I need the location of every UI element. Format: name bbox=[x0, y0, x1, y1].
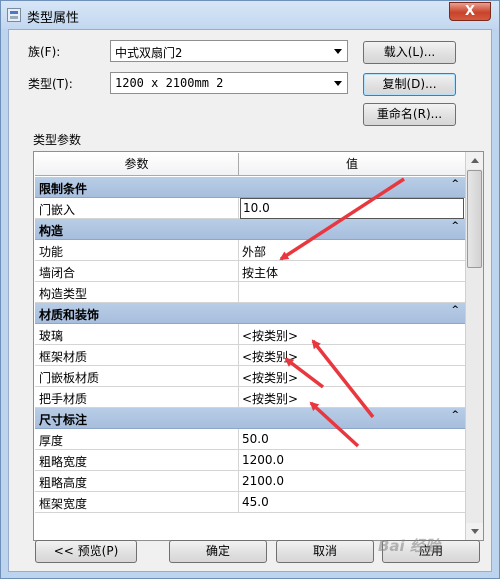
table-row[interactable]: 门嵌板材质 <按类别> bbox=[35, 366, 465, 387]
type-combo[interactable]: 1200 x 2100mm 2 bbox=[110, 72, 348, 94]
param-value[interactable]: 按主体 bbox=[242, 264, 278, 281]
load-button[interactable]: 载入(L)... bbox=[363, 41, 456, 64]
param-name: 墙闭合 bbox=[39, 266, 76, 280]
type-label: 类型(T): bbox=[28, 77, 73, 91]
collapse-icon[interactable]: ^ bbox=[451, 221, 459, 231]
grid-header: 参数 值 bbox=[35, 153, 465, 176]
cell-divider bbox=[238, 366, 239, 387]
table-row[interactable]: 粗略高度 2100.0 bbox=[35, 471, 465, 492]
param-name: 框架宽度 bbox=[39, 497, 88, 511]
cell-divider bbox=[238, 261, 239, 282]
group-header-dimensions[interactable]: 尺寸标注 ^ bbox=[35, 408, 465, 429]
param-value[interactable]: <按类别> bbox=[242, 327, 298, 344]
param-value[interactable]: 45.0 bbox=[242, 495, 269, 509]
family-label: 族(F): bbox=[28, 45, 61, 59]
group-header-materials[interactable]: 材质和装饰 ^ bbox=[35, 303, 465, 324]
param-name: 粗略高度 bbox=[39, 476, 88, 490]
chevron-down-icon bbox=[334, 81, 342, 86]
group-name: 材质和装饰 bbox=[39, 308, 100, 322]
param-name: 粗略宽度 bbox=[39, 455, 88, 469]
group-header-construction[interactable]: 构造 ^ bbox=[35, 219, 465, 240]
cell-divider bbox=[238, 471, 239, 492]
type-value: 1200 x 2100mm 2 bbox=[115, 76, 224, 90]
chevron-down-icon bbox=[334, 49, 342, 54]
table-row[interactable]: 门嵌入 10.0 bbox=[35, 198, 465, 219]
cell-divider bbox=[238, 492, 239, 513]
type-properties-dialog: 类型属性 X 族(F): 中式双扇门2 类型(T): 1200 x 2100mm… bbox=[0, 0, 500, 579]
table-row[interactable]: 玻璃 <按类别> bbox=[35, 324, 465, 345]
cell-divider bbox=[238, 387, 239, 408]
watermark: Bai 经验 bbox=[378, 537, 440, 555]
column-header-value[interactable]: 值 bbox=[239, 153, 465, 175]
grid-rows: 限制条件 ^ 门嵌入 10.0 构造 ^ 功能 外部 墙闭合 按主体 构造类型 … bbox=[35, 177, 465, 513]
cell-divider bbox=[238, 429, 239, 450]
close-button[interactable]: X bbox=[449, 2, 491, 21]
group-name: 限制条件 bbox=[39, 182, 88, 196]
duplicate-button[interactable]: 复制(D)... bbox=[363, 73, 456, 96]
family-value: 中式双扇门2 bbox=[115, 46, 183, 60]
group-name: 构造 bbox=[39, 224, 64, 238]
cell-divider bbox=[238, 324, 239, 345]
param-value[interactable]: 1200.0 bbox=[242, 453, 284, 467]
table-row[interactable]: 框架材质 <按类别> bbox=[35, 345, 465, 366]
scroll-down-icon[interactable] bbox=[466, 523, 483, 540]
param-name: 玻璃 bbox=[39, 329, 64, 343]
param-value[interactable]: 2100.0 bbox=[242, 474, 284, 488]
cell-divider bbox=[238, 450, 239, 471]
table-row[interactable]: 墙闭合 按主体 bbox=[35, 261, 465, 282]
param-value[interactable]: 50.0 bbox=[242, 432, 269, 446]
cell-divider bbox=[238, 282, 239, 303]
dialog-body: 族(F): 中式双扇门2 类型(T): 1200 x 2100mm 2 载入(L… bbox=[8, 29, 492, 572]
grid-content: 参数 值 限制条件 ^ 门嵌入 10.0 构造 ^ 功能 外部 墙闭合 按主体 … bbox=[35, 153, 465, 540]
param-name: 框架材质 bbox=[39, 350, 88, 364]
table-row[interactable]: 功能 外部 bbox=[35, 240, 465, 261]
param-value[interactable]: 外部 bbox=[242, 243, 266, 260]
scrollbar-thumb[interactable] bbox=[467, 170, 482, 268]
table-row[interactable]: 粗略宽度 1200.0 bbox=[35, 450, 465, 471]
table-row[interactable]: 厚度 50.0 bbox=[35, 429, 465, 450]
param-name: 厚度 bbox=[39, 434, 64, 448]
table-row[interactable]: 把手材质 <按类别> bbox=[35, 387, 465, 408]
parameters-grid: 参数 值 限制条件 ^ 门嵌入 10.0 构造 ^ 功能 外部 墙闭合 按主体 … bbox=[33, 151, 484, 541]
window-title: 类型属性 bbox=[27, 11, 80, 26]
group-name: 尺寸标注 bbox=[39, 413, 88, 427]
door-inset-input[interactable]: 10.0 bbox=[240, 198, 464, 219]
param-name: 门嵌入 bbox=[39, 203, 76, 217]
param-name: 构造类型 bbox=[39, 287, 88, 301]
param-name: 把手材质 bbox=[39, 392, 88, 406]
collapse-icon[interactable]: ^ bbox=[451, 305, 459, 315]
scroll-up-icon[interactable] bbox=[466, 152, 483, 169]
app-icon bbox=[7, 8, 21, 22]
param-name: 功能 bbox=[39, 245, 64, 259]
table-row[interactable]: 框架宽度 45.0 bbox=[35, 492, 465, 513]
param-value[interactable]: <按类别> bbox=[242, 369, 298, 386]
type-parameters-title: 类型参数 bbox=[33, 133, 82, 147]
column-header-parameter[interactable]: 参数 bbox=[35, 153, 238, 175]
cell-divider bbox=[238, 198, 239, 219]
param-value[interactable]: <按类别> bbox=[242, 390, 298, 407]
table-row[interactable]: 构造类型 bbox=[35, 282, 465, 303]
cell-divider bbox=[238, 345, 239, 366]
preview-button[interactable]: << 预览(P) bbox=[35, 540, 137, 563]
cell-divider bbox=[238, 240, 239, 261]
param-value[interactable]: <按类别> bbox=[242, 348, 298, 365]
collapse-icon[interactable]: ^ bbox=[451, 410, 459, 420]
title-bar: 类型属性 X bbox=[1, 1, 499, 29]
vertical-scrollbar[interactable] bbox=[465, 152, 483, 540]
collapse-icon[interactable]: ^ bbox=[451, 179, 459, 189]
family-combo[interactable]: 中式双扇门2 bbox=[110, 40, 348, 62]
param-name: 门嵌板材质 bbox=[39, 371, 100, 385]
cancel-button[interactable]: 取消 bbox=[276, 540, 374, 563]
ok-button[interactable]: 确定 bbox=[169, 540, 267, 563]
rename-button[interactable]: 重命名(R)... bbox=[363, 103, 456, 126]
group-header-constraints[interactable]: 限制条件 ^ bbox=[35, 177, 465, 198]
